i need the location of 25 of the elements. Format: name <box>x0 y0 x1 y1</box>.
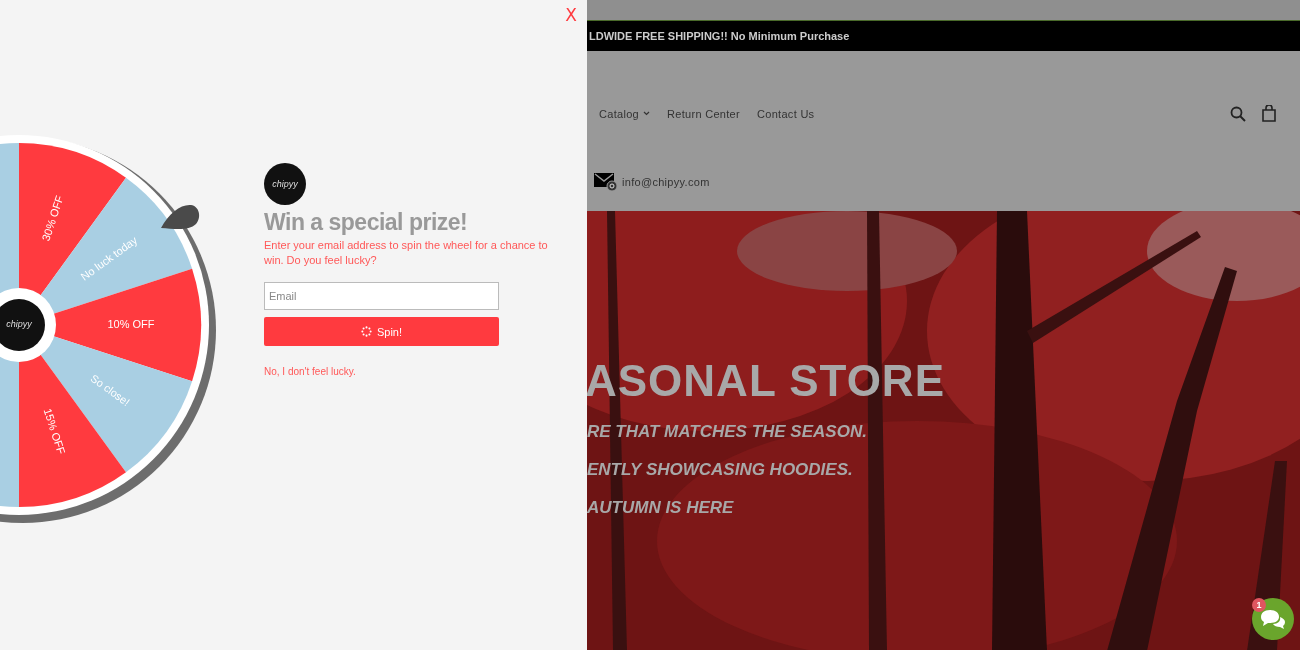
decline-link[interactable]: No, I don't feel lucky. <box>264 366 356 377</box>
popup-description: Enter your email address to spin the wheel for a chance to win. Do you feel lucky? <box>264 238 549 268</box>
brand-logo: chipyy <box>264 163 306 205</box>
envelope-icon <box>594 172 618 192</box>
nav-link[interactable]: Catalog <box>599 107 650 120</box>
close-button[interactable]: X <box>565 5 577 25</box>
announcement-bar: LDWIDE FREE SHIPPING!! No Minimum Purchase <box>587 21 1300 51</box>
popup-title: Win a special prize! <box>264 209 468 236</box>
shopping-bag-icon[interactable] <box>1262 105 1276 122</box>
hero-tagline: RE THAT MATCHES THE SEASON. <box>587 421 867 443</box>
spinner-icon <box>360 326 372 337</box>
segment-label: 30% OFF <box>39 193 66 243</box>
spin-button[interactable]: Spin! <box>264 317 499 346</box>
search-icon[interactable] <box>1230 105 1246 122</box>
contact-email: info@chipyy.com <box>622 176 710 188</box>
segment-label: 10% OFF <box>107 317 155 330</box>
chat-icon <box>1260 608 1286 630</box>
pointer-icon <box>161 204 200 230</box>
segment-label: 15% OFF <box>41 406 68 456</box>
nav-link[interactable]: Contact Us <box>757 107 815 120</box>
wheel-hub-logo: chipyy <box>0 288 56 362</box>
hero-tagline: AUTUMN IS HERE <box>587 497 734 519</box>
hero-tagline: ENTLY SHOWCASING HOODIES. <box>587 459 853 481</box>
nav-link[interactable]: Return Center <box>667 107 740 120</box>
email-field[interactable]: Email <box>264 282 499 310</box>
